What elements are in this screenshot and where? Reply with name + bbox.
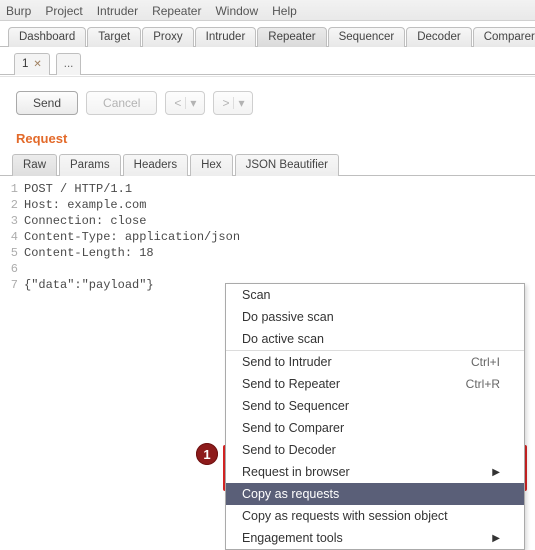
chevron-down-icon: ▾ bbox=[238, 96, 244, 110]
menu-intruder[interactable]: Intruder bbox=[97, 4, 138, 18]
forward-button: > ▾ bbox=[213, 91, 253, 115]
subtab-label: 1 bbox=[22, 58, 28, 70]
tab-dashboard[interactable]: Dashboard bbox=[8, 27, 86, 47]
menu-item-label: Engagement tools bbox=[242, 531, 343, 545]
menu-help[interactable]: Help bbox=[272, 4, 297, 18]
tab-sequencer[interactable]: Sequencer bbox=[328, 27, 406, 47]
reqtab-headers[interactable]: Headers bbox=[123, 154, 188, 176]
subtab-more[interactable]: ... bbox=[56, 53, 82, 75]
line-number: 5 bbox=[4, 246, 24, 260]
menu-item-send-to-intruder[interactable]: Send to Intruder Ctrl+I bbox=[226, 351, 524, 373]
menu-item-label: Do active scan bbox=[242, 332, 324, 346]
chevron-right-icon: ▶ bbox=[492, 533, 500, 544]
toolbar: Send Cancel < ▾ > ▾ bbox=[0, 77, 535, 121]
repeater-subtabs: 1 ✕ ... bbox=[0, 47, 535, 75]
main-tabs: DashboardTargetProxyIntruderRepeaterSequ… bbox=[0, 21, 535, 47]
tab-repeater[interactable]: Repeater bbox=[257, 27, 326, 47]
editor-line[interactable]: 5Content-Length: 18 bbox=[4, 246, 535, 262]
reqtab-json-beautifier[interactable]: JSON Beautifier bbox=[235, 154, 339, 176]
line-text: Connection: close bbox=[24, 214, 146, 228]
chevron-left-icon: < bbox=[174, 96, 181, 110]
line-number: 1 bbox=[4, 182, 24, 196]
menu-repeater[interactable]: Repeater bbox=[152, 4, 201, 18]
line-number: 4 bbox=[4, 230, 24, 244]
reqtab-raw[interactable]: Raw bbox=[12, 154, 57, 176]
request-tabs: RawParamsHeadersHexJSON Beautifier bbox=[0, 154, 535, 176]
tab-proxy[interactable]: Proxy bbox=[142, 27, 193, 47]
menu-item-label: Send to Comparer bbox=[242, 421, 344, 435]
callout-badge-1: 1 bbox=[196, 443, 218, 465]
menu-item-label: Send to Repeater bbox=[242, 377, 340, 391]
reqtab-hex[interactable]: Hex bbox=[190, 154, 232, 176]
line-number: 2 bbox=[4, 198, 24, 212]
menu-item-copy-as-requests-with-session-object[interactable]: Copy as requests with session object bbox=[226, 505, 524, 527]
menu-shortcut: Ctrl+R bbox=[466, 377, 500, 391]
menu-item-scan[interactable]: Scan bbox=[226, 284, 524, 306]
line-number: 6 bbox=[4, 262, 24, 276]
request-editor[interactable]: 1POST / HTTP/1.12Host: example.com3Conne… bbox=[0, 176, 535, 294]
editor-line[interactable]: 1POST / HTTP/1.1 bbox=[4, 182, 535, 198]
line-text: {"data":"payload"} bbox=[24, 278, 154, 292]
menu-item-label: Send to Intruder bbox=[242, 355, 332, 369]
request-heading: Request bbox=[0, 121, 535, 154]
menu-burp[interactable]: Burp bbox=[6, 4, 31, 18]
line-text: Content-Type: application/json bbox=[24, 230, 240, 244]
menu-item-send-to-comparer[interactable]: Send to Comparer bbox=[226, 417, 524, 439]
menu-window[interactable]: Window bbox=[215, 4, 258, 18]
chevron-right-icon: > bbox=[222, 96, 229, 110]
context-menu: Scan Do passive scan Do active scan Send to… bbox=[225, 283, 525, 550]
chevron-right-icon: ▶ bbox=[492, 467, 500, 478]
close-icon[interactable]: ✕ bbox=[33, 59, 41, 70]
reqtab-params[interactable]: Params bbox=[59, 154, 121, 176]
menu-item-label: Copy as requests bbox=[242, 487, 339, 501]
menu-item-send-to-sequencer[interactable]: Send to Sequencer bbox=[226, 395, 524, 417]
menubar: Burp Project Intruder Repeater Window Help bbox=[0, 0, 535, 21]
menu-item-label: Send to Decoder bbox=[242, 443, 336, 457]
line-text: Host: example.com bbox=[24, 198, 146, 212]
cancel-button: Cancel bbox=[86, 91, 157, 115]
menu-shortcut: Ctrl+I bbox=[471, 355, 500, 369]
chevron-down-icon: ▾ bbox=[190, 96, 196, 110]
editor-line[interactable]: 3Connection: close bbox=[4, 214, 535, 230]
menu-item-do-passive-scan[interactable]: Do passive scan bbox=[226, 306, 524, 328]
editor-line[interactable]: 2Host: example.com bbox=[4, 198, 535, 214]
menu-item-do-active-scan[interactable]: Do active scan bbox=[226, 328, 524, 350]
line-text: Content-Length: 18 bbox=[24, 246, 154, 260]
menu-item-send-to-decoder[interactable]: Send to Decoder bbox=[226, 439, 524, 461]
back-button: < ▾ bbox=[165, 91, 205, 115]
tab-target[interactable]: Target bbox=[87, 27, 141, 47]
line-number: 7 bbox=[4, 278, 24, 292]
menu-item-label: Scan bbox=[242, 288, 271, 302]
tab-intruder[interactable]: Intruder bbox=[195, 27, 257, 47]
menu-item-engagement-tools[interactable]: Engagement tools ▶ bbox=[226, 527, 524, 549]
editor-line[interactable]: 4Content-Type: application/json bbox=[4, 230, 535, 246]
subtab-1[interactable]: 1 ✕ bbox=[14, 53, 50, 75]
subtab-more-label: ... bbox=[64, 58, 74, 70]
menu-item-label: Request in browser bbox=[242, 465, 350, 479]
line-text: POST / HTTP/1.1 bbox=[24, 182, 132, 196]
menu-item-send-to-repeater[interactable]: Send to Repeater Ctrl+R bbox=[226, 373, 524, 395]
editor-line[interactable]: 6 bbox=[4, 262, 535, 278]
line-number: 3 bbox=[4, 214, 24, 228]
menu-item-label: Do passive scan bbox=[242, 310, 334, 324]
send-button[interactable]: Send bbox=[16, 91, 78, 115]
tab-decoder[interactable]: Decoder bbox=[406, 27, 471, 47]
menu-item-label: Send to Sequencer bbox=[242, 399, 349, 413]
menu-item-request-in-browser[interactable]: Request in browser ▶ bbox=[226, 461, 524, 483]
tab-comparer[interactable]: Comparer bbox=[473, 27, 535, 47]
menu-project[interactable]: Project bbox=[45, 4, 82, 18]
menu-item-label: Copy as requests with session object bbox=[242, 509, 448, 523]
menu-item-copy-as-requests[interactable]: Copy as requests bbox=[226, 483, 524, 505]
